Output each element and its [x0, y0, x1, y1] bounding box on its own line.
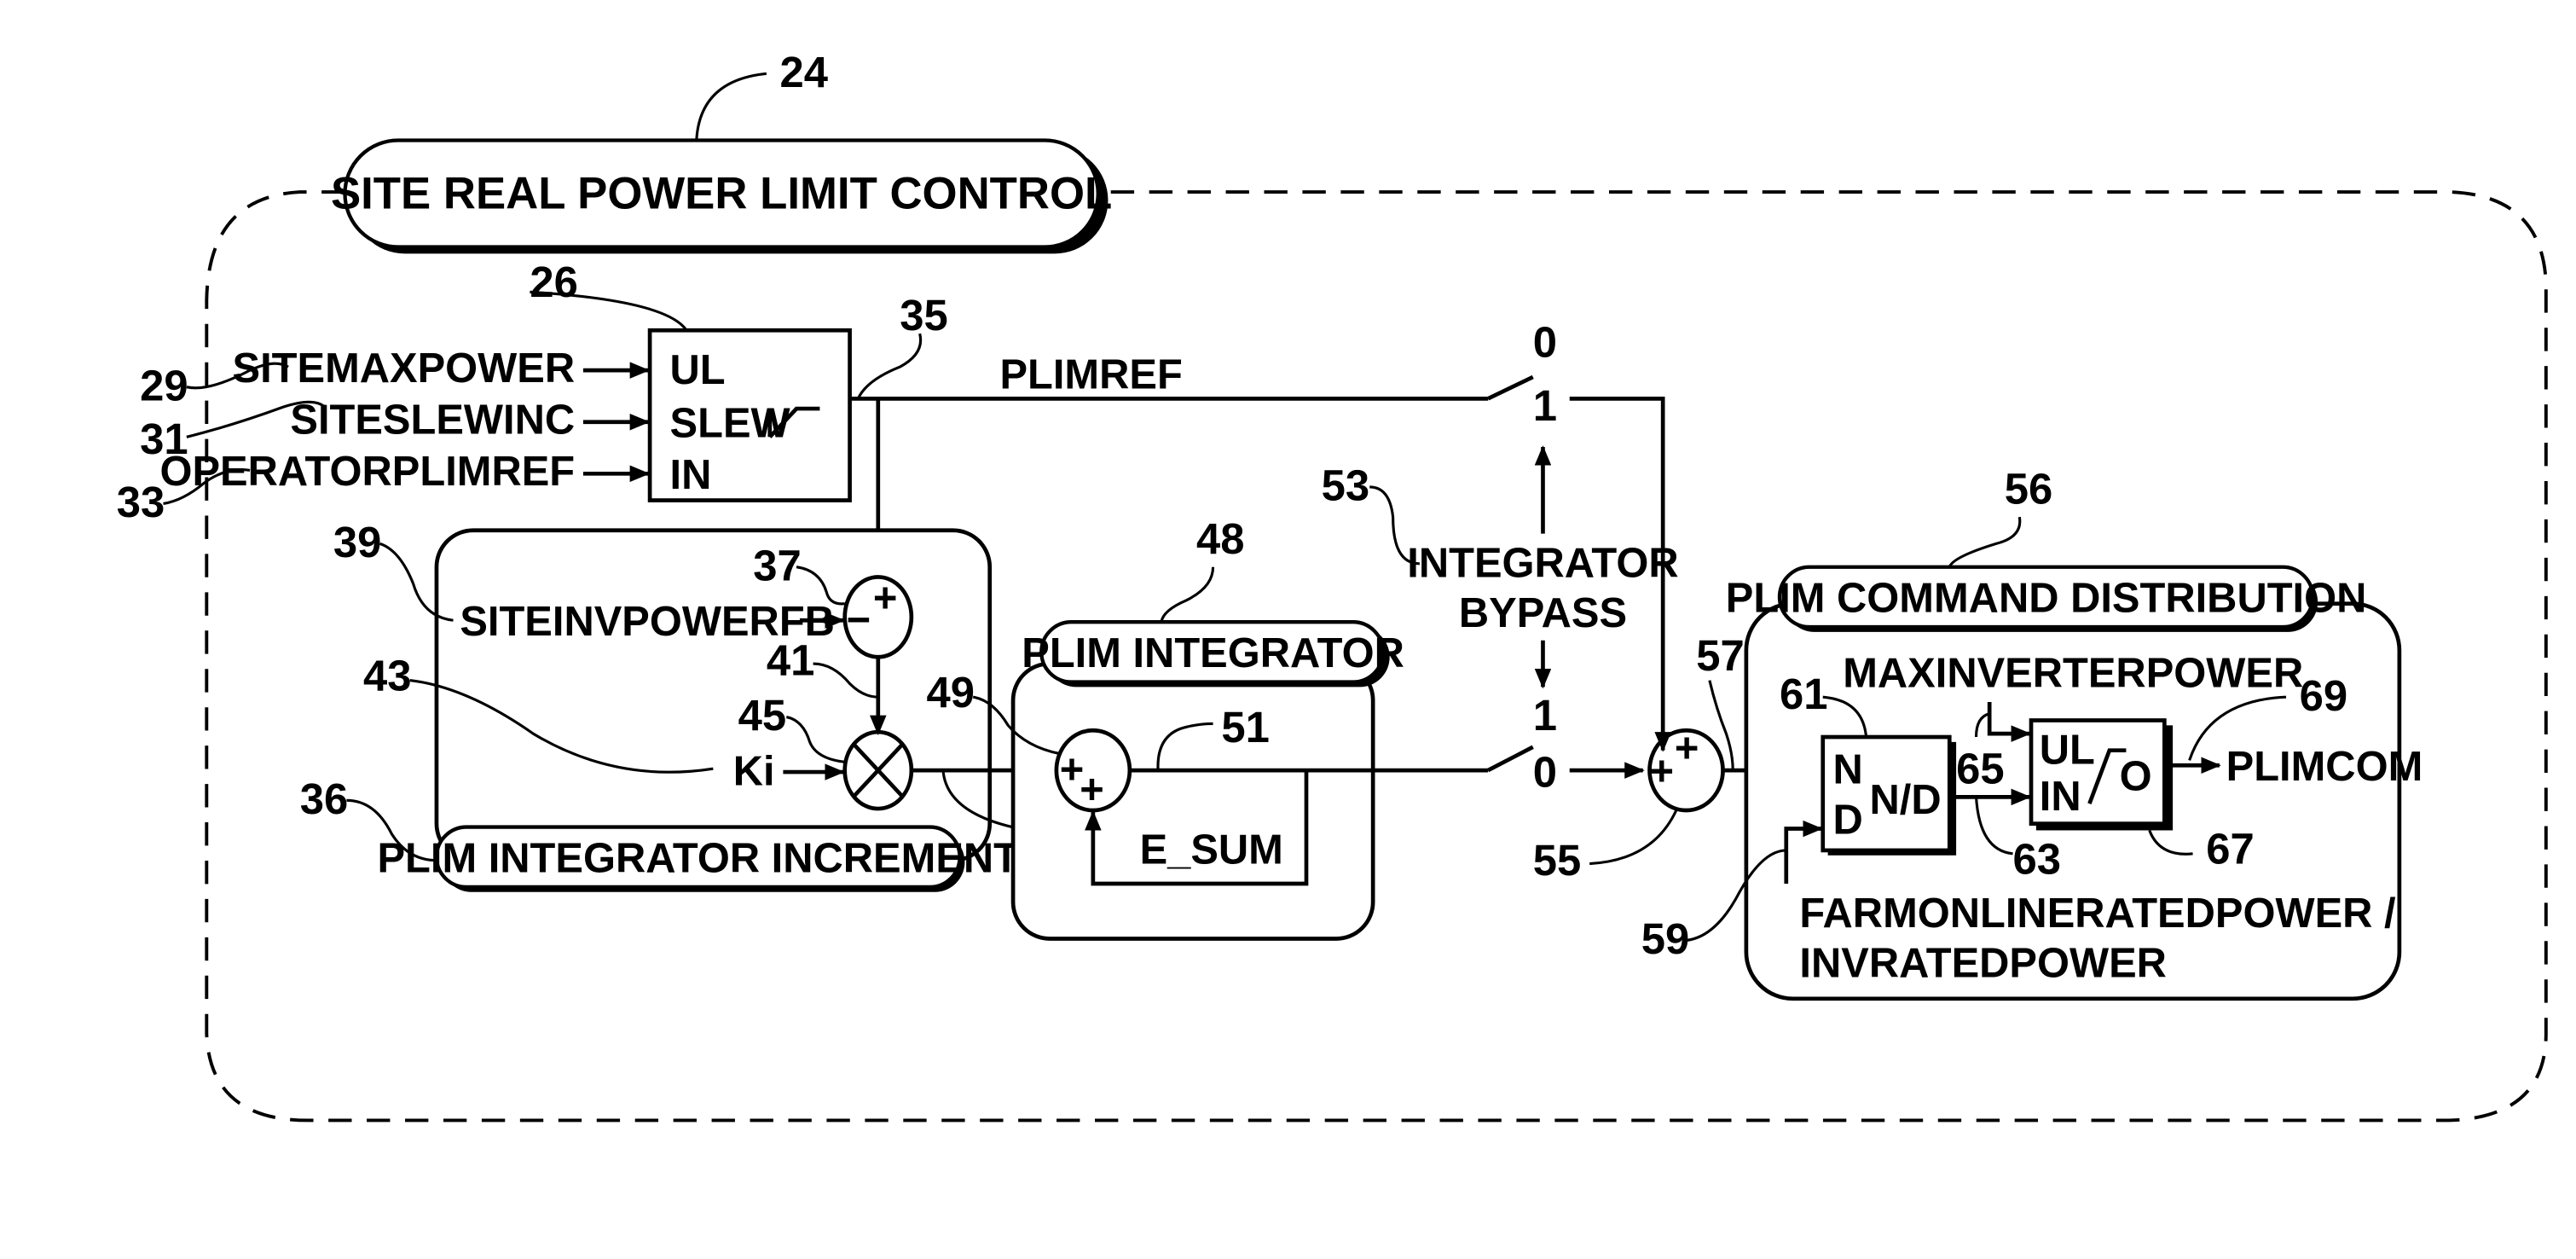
ref-55: 55 — [1533, 836, 1582, 885]
input-sitemaxpower: SITEMAXPOWER — [233, 345, 576, 392]
ref-26: 26 — [530, 258, 578, 306]
denominator-line-2: INVRATEDPOWER — [1799, 940, 2167, 986]
gain-label: Ki — [733, 749, 775, 795]
slew-rate-limiter-block: UL SLEW IN 26 — [530, 258, 852, 502]
ref-43: 43 — [363, 651, 412, 699]
ref-56: 56 — [2005, 464, 2053, 513]
top-switch-pos-0: 0 — [1533, 318, 1557, 367]
slew-inputs: SITEMAXPOWER SITESLEWINC OPERATORPLIMREF… — [117, 345, 651, 526]
ref-69: 69 — [2300, 671, 2348, 720]
control-diagram: SITE REAL POWER LIMIT CONTROL 24 UL SLEW… — [117, 48, 2548, 1123]
ref-35: 35 — [900, 291, 948, 339]
input-operatorplimref: OPERATORPLIMREF — [159, 449, 575, 495]
bottom-switch-pos-1: 1 — [1533, 691, 1557, 740]
final-summer-plus-1: + — [1650, 749, 1675, 795]
limiter-port-ul: UL — [2040, 727, 2095, 773]
input-siteslewinc: SITESLEWINC — [290, 397, 575, 443]
bypass-label-1: INTEGRATOR — [1407, 540, 1678, 586]
ref-51: 51 — [1221, 703, 1270, 751]
plimref-label: PLIMREF — [999, 352, 1182, 398]
ref-45: 45 — [738, 691, 787, 740]
integrator-title: PLIM INTEGRATOR — [1022, 630, 1404, 676]
ref-31: 31 — [140, 415, 188, 463]
ref-57: 57 — [1696, 631, 1745, 680]
ref-36: 36 — [300, 775, 349, 823]
max-inverter-power-label: MAXINVERTERPOWER — [1843, 650, 2303, 696]
final-summer-plus-2: + — [1675, 725, 1699, 771]
title-label: SITE REAL POWER LIMIT CONTROL — [331, 169, 1112, 219]
ref-37: 37 — [753, 541, 802, 589]
ref-41: 41 — [767, 636, 815, 685]
ref-49: 49 — [926, 668, 975, 717]
int-summer-plus-2: + — [1080, 767, 1104, 813]
ref-59: 59 — [1641, 914, 1690, 963]
summer-plus: + — [873, 575, 898, 621]
denominator-line-1: FARMONLINERATEDPOWER / — [1799, 891, 2396, 937]
ref-61: 61 — [1780, 670, 1828, 718]
top-switch-pos-1: 1 — [1533, 381, 1557, 430]
distribution-title: PLIM COMMAND DISTRIBUTION — [1726, 575, 2367, 621]
increment-title: PLIM INTEGRATOR INCREMENT — [377, 835, 1019, 881]
port-slew: SLEW — [670, 400, 791, 446]
limiter-output-port: O — [2120, 754, 2152, 800]
ref-33: 33 — [117, 478, 165, 526]
bypass-label-2: BYPASS — [1459, 590, 1627, 636]
ref-63: 63 — [2013, 834, 2062, 883]
ref-65: 65 — [1956, 745, 2005, 793]
ref-67: 67 — [2206, 825, 2255, 873]
ref-48: 48 — [1196, 514, 1245, 563]
summer-minus: − — [847, 597, 871, 643]
memory-label: E_SUM — [1140, 827, 1283, 873]
ref-29: 29 — [140, 361, 188, 409]
plim-command-distribution-block: PLIM COMMAND DISTRIBUTION 56 N D N/D 61 … — [1641, 464, 2423, 1001]
ref-24: 24 — [780, 48, 829, 96]
port-in: IN — [670, 452, 712, 498]
ref-53: 53 — [1322, 461, 1370, 510]
limiter-port-in: IN — [2040, 774, 2081, 820]
port-ul: UL — [670, 347, 726, 393]
bottom-switch-pos-0: 0 — [1533, 748, 1557, 797]
title-block: SITE REAL POWER LIMIT CONTROL 24 — [331, 48, 1112, 254]
divider-port-d: D — [1832, 797, 1862, 843]
output-label-plimcom: PLIMCOM — [2226, 744, 2423, 790]
divider-port-n: N — [1832, 747, 1862, 793]
ref-39: 39 — [333, 518, 382, 566]
divider-label: N/D — [1869, 777, 1941, 823]
